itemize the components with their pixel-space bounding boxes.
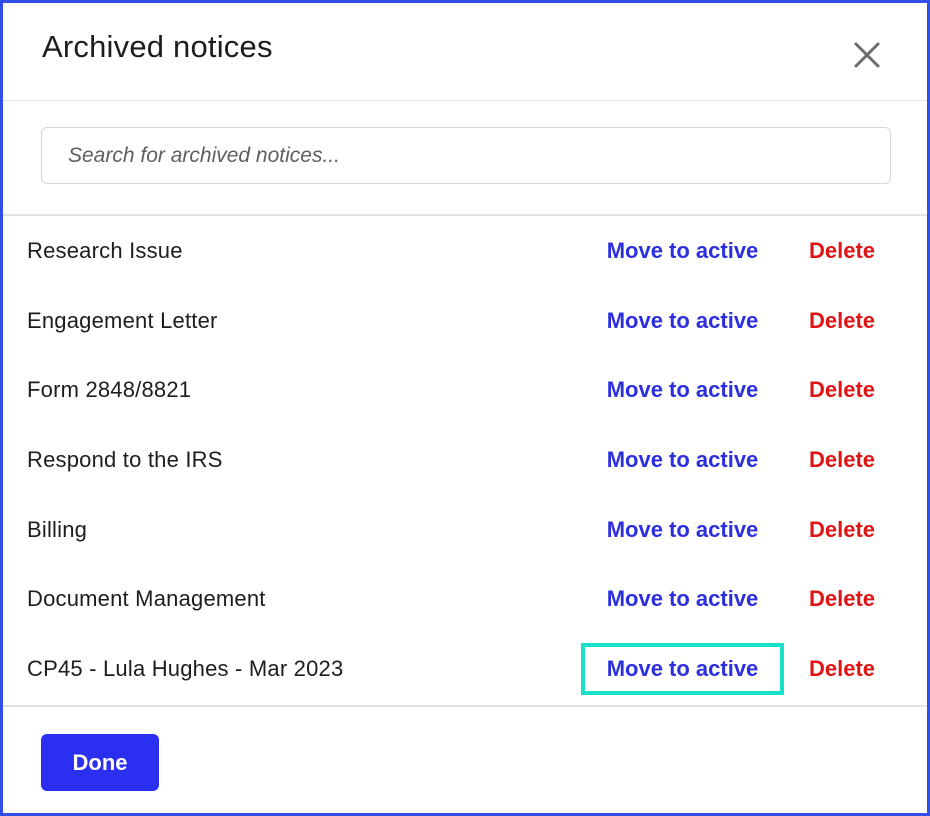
list-item: Form 2848/8821 Move to active Delete [3, 355, 927, 425]
close-icon [854, 42, 880, 68]
dialog-title: Archived notices [42, 29, 273, 64]
dialog-header: Archived notices [3, 3, 927, 101]
move-to-active-button[interactable]: Move to active [581, 295, 784, 347]
notice-name: Respond to the IRS [27, 447, 223, 472]
list-item: Document Management Move to active Delet… [3, 564, 927, 634]
notice-name: Engagement Letter [27, 308, 218, 333]
delete-button[interactable]: Delete [809, 308, 875, 334]
list-item: Research Issue Move to active Delete [3, 216, 927, 286]
search-input[interactable] [42, 128, 890, 183]
delete-button[interactable]: Delete [809, 586, 875, 612]
delete-button[interactable]: Delete [809, 517, 875, 543]
delete-button[interactable]: Delete [809, 377, 875, 403]
move-to-active-button[interactable]: Move to active [581, 364, 784, 416]
notice-name: CP45 - Lula Hughes - Mar 2023 [27, 656, 344, 681]
move-to-active-button[interactable]: Move to active [581, 573, 784, 625]
list-item: Engagement Letter Move to active Delete [3, 286, 927, 356]
close-button[interactable] [851, 39, 883, 71]
notice-name: Research Issue [27, 238, 183, 263]
move-to-active-button[interactable]: Move to active [581, 504, 784, 556]
list-item: Respond to the IRS Move to active Delete [3, 425, 927, 495]
done-button[interactable]: Done [41, 734, 159, 791]
list-item: Billing Move to active Delete [3, 495, 927, 565]
delete-button[interactable]: Delete [809, 447, 875, 473]
search-box [41, 127, 891, 184]
list-item: CP45 - Lula Hughes - Mar 2023 Move to ac… [3, 634, 927, 704]
delete-button[interactable]: Delete [809, 238, 875, 264]
move-to-active-button[interactable]: Move to active [581, 225, 784, 277]
move-to-active-button[interactable]: Move to active [581, 643, 784, 695]
notice-name: Document Management [27, 586, 266, 611]
archived-notices-dialog: Archived notices Research Issue Move to … [0, 0, 930, 816]
archived-notices-list: Research Issue Move to active Delete Eng… [3, 214, 927, 707]
delete-button[interactable]: Delete [809, 656, 875, 682]
move-to-active-button[interactable]: Move to active [581, 434, 784, 486]
notice-name: Form 2848/8821 [27, 377, 192, 402]
notice-name: Billing [27, 517, 88, 542]
